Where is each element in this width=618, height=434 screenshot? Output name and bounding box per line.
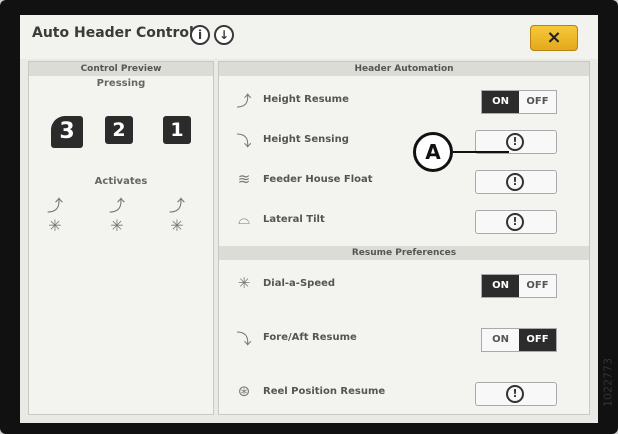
feeder-house-float-button[interactable]: ! <box>475 170 557 194</box>
lateral-tilt-icon: ⌓ <box>238 210 250 228</box>
warning-icon: ! <box>506 133 524 151</box>
callout-leader-line <box>453 151 509 153</box>
preview-button-1: 1 <box>163 116 191 144</box>
toggle-on[interactable]: ON <box>482 329 519 351</box>
toggle-on[interactable]: ON <box>482 275 519 297</box>
reel-position-resume-label: Reel Position Resume <box>263 386 386 397</box>
dial-a-speed-icon: ✳ <box>48 216 62 235</box>
title-bar: Auto Header Controls i ↓ × <box>20 15 598 59</box>
toggle-off[interactable]: OFF <box>519 275 556 297</box>
height-resume-icon: ⤴ <box>46 196 63 215</box>
pressing-label: Pressing <box>96 78 146 89</box>
fore-aft-resume-label: Fore/Aft Resume <box>263 332 357 343</box>
preview-button-2: 2 <box>105 116 133 144</box>
toggle-on[interactable]: ON <box>482 91 519 113</box>
lateral-tilt-label: Lateral Tilt <box>263 214 325 225</box>
lateral-tilt-button[interactable]: ! <box>475 210 557 234</box>
height-resume-icon: ⤴ <box>168 196 185 215</box>
activates-label: Activates <box>94 176 148 187</box>
height-sensing-label: Height Sensing <box>263 134 349 145</box>
height-resume-icon: ⤴ <box>108 196 125 215</box>
warning-icon: ! <box>506 213 524 231</box>
header-automation-heading: Header Automation <box>219 62 589 76</box>
height-resume-toggle[interactable]: ON OFF <box>481 90 557 114</box>
toggle-off[interactable]: OFF <box>519 329 556 351</box>
reel-position-resume-icon: ⊛ <box>237 382 251 400</box>
control-preview-heading: Control Preview <box>29 62 213 76</box>
info-icon[interactable]: i <box>190 25 210 45</box>
header-automation-panel: Header Automation ⤴ Height Resume ON OFF… <box>218 61 590 415</box>
height-sensing-icon: ⤵ <box>236 132 252 150</box>
height-resume-icon: ⤴ <box>236 92 252 110</box>
fore-aft-resume-icon: ⤵ <box>236 330 252 348</box>
figure-number-text: 1022773 <box>601 358 615 407</box>
height-resume-label: Height Resume <box>263 94 349 105</box>
feeder-house-float-label: Feeder House Float <box>263 174 373 185</box>
toggle-off[interactable]: OFF <box>519 91 556 113</box>
reel-position-resume-button[interactable]: ! <box>475 382 557 406</box>
control-preview-panel: Control Preview Pressing 3 2 1 Activates… <box>28 61 214 415</box>
dial-a-speed-label: Dial-a-Speed <box>263 278 336 289</box>
feeder-house-float-icon: ≋ <box>237 170 251 188</box>
fore-aft-resume-toggle[interactable]: ON OFF <box>481 328 557 352</box>
dial-a-speed-icon: ✳ <box>110 216 124 235</box>
close-button[interactable]: × <box>530 25 578 51</box>
resume-preferences-heading: Resume Preferences <box>219 246 589 260</box>
warning-icon: ! <box>506 173 524 191</box>
dial-a-speed-icon: ✳ <box>237 274 251 292</box>
warning-icon: ! <box>506 385 524 403</box>
callout-a: A <box>413 132 453 172</box>
preview-button-3: 3 <box>51 116 83 148</box>
display-screen: Auto Header Controls i ↓ × Control Previ… <box>20 15 598 423</box>
download-icon[interactable]: ↓ <box>214 25 234 45</box>
figure-number: 1022773 <box>598 338 618 428</box>
dial-a-speed-icon: ✳ <box>170 216 184 235</box>
page-title: Auto Header Controls <box>32 25 203 41</box>
dial-a-speed-toggle[interactable]: ON OFF <box>481 274 557 298</box>
